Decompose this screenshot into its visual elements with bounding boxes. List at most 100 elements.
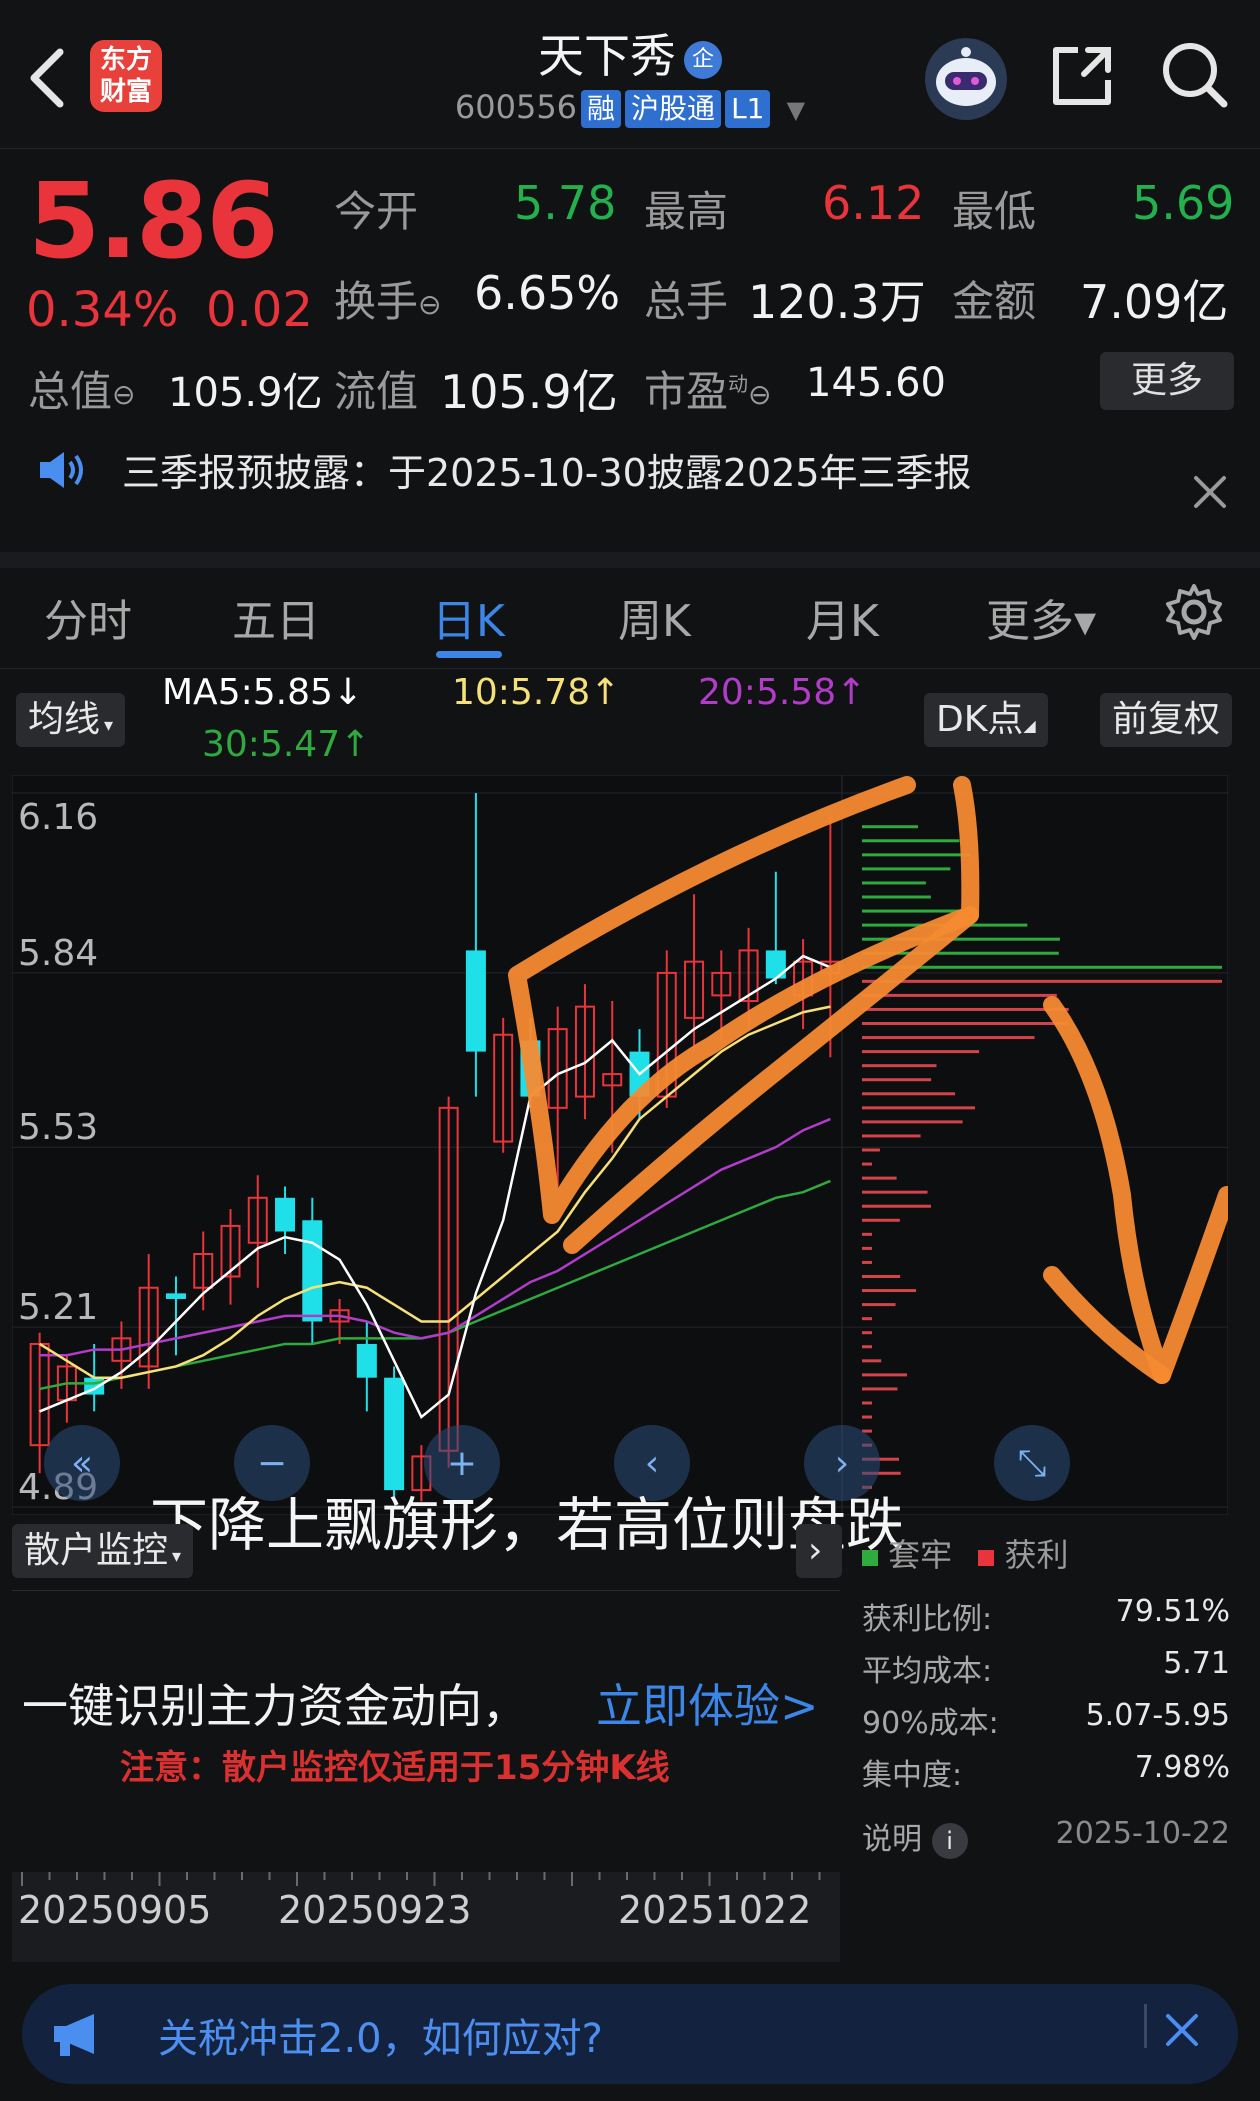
- candle-body: [275, 1197, 296, 1232]
- banner-text[interactable]: 关税冲击2.0，如何应对?: [158, 2006, 603, 2064]
- notice-text[interactable]: 三季报预披露：于2025-10-30披露2025年三季报: [122, 442, 972, 497]
- panel-next-button[interactable]: ›: [796, 1524, 842, 1578]
- market-cap-label[interactable]: 总值⊖: [28, 358, 135, 419]
- chip-bar: [862, 867, 951, 871]
- divider: [0, 552, 1260, 568]
- nav-button-glyph: «: [71, 1443, 93, 1484]
- chip-bar: [862, 1022, 1069, 1026]
- explain-link[interactable]: 说明 i: [862, 1814, 968, 1859]
- open-label: 今开: [334, 187, 419, 236]
- info-icon: ⊖: [112, 378, 136, 411]
- avg-cost-label: 平均成本:: [862, 1654, 993, 1689]
- tab-intraday[interactable]: 分时: [44, 585, 132, 649]
- price-change: 0.02: [206, 282, 313, 338]
- search-icon[interactable]: [1160, 40, 1230, 110]
- chip-bar: [862, 1359, 882, 1363]
- volume-value: 120.3万: [748, 275, 926, 329]
- corner-caret-icon: ◢: [1023, 716, 1036, 735]
- chip-legend: 套牢 获利: [862, 1530, 1069, 1576]
- close-icon[interactable]: [1162, 2010, 1202, 2050]
- info-icon: ⊖: [748, 378, 772, 411]
- chip-bar: [862, 979, 1222, 983]
- volume-label: 总手: [644, 277, 729, 326]
- active-tab-indicator: [436, 651, 502, 658]
- y-tick-label: 6.16: [18, 797, 98, 838]
- dk-point-button[interactable]: DK点◢: [924, 693, 1048, 747]
- dropdown-caret-icon: ▾: [104, 715, 114, 736]
- company-badge: 企: [684, 40, 722, 79]
- candle-body: [465, 950, 486, 1052]
- stock-code: 600556: [454, 88, 578, 126]
- tab-daily-k[interactable]: 日K: [432, 585, 505, 649]
- divider: [1144, 2004, 1147, 2048]
- try-now-link[interactable]: 立即体验>: [596, 1670, 819, 1736]
- turnover-label-text: 换手: [334, 277, 419, 326]
- robot-assistant-icon[interactable]: [925, 38, 1007, 120]
- x-date-mid: 20250923: [278, 1888, 472, 1932]
- chip-bar: [862, 1162, 872, 1166]
- tag-connect: 沪股通: [625, 90, 722, 128]
- pe-label[interactable]: 市盈动⊖: [644, 358, 771, 419]
- y-tick-label: 5.84: [18, 933, 98, 974]
- close-icon[interactable]: [1188, 470, 1232, 514]
- chip-bar: [862, 1415, 872, 1419]
- kline-chart[interactable]: 6.165.845.535.214.89 «−+‹›⤡: [12, 775, 1228, 1515]
- chip-bar: [862, 1050, 980, 1054]
- chip-bar: [862, 1036, 1035, 1040]
- tab-five-day[interactable]: 五日: [232, 585, 320, 649]
- chip-bar: [862, 1148, 880, 1152]
- tab-monthly-k[interactable]: 月K: [806, 585, 879, 649]
- chip-bar: [862, 1120, 963, 1124]
- chip-bar: [862, 1246, 872, 1250]
- settings-gear-icon[interactable]: [1164, 582, 1224, 642]
- profit-legend-swatch: [978, 1550, 995, 1566]
- cost-90-value: 5.07-5.95: [1085, 1698, 1230, 1733]
- concentration-value: 7.98%: [1134, 1750, 1230, 1785]
- chip-bar: [862, 1134, 921, 1138]
- chart-nav-button[interactable]: ⤡: [994, 1425, 1070, 1501]
- tab-more[interactable]: 更多▾: [986, 585, 1096, 649]
- amount-value: 7.09亿: [1080, 275, 1229, 329]
- chip-bar: [862, 1289, 917, 1293]
- trapped-legend-label: 套牢: [888, 1536, 953, 1574]
- chip-bar: [862, 1106, 975, 1110]
- candle-body: [302, 1220, 323, 1322]
- chip-bar: [862, 1401, 872, 1405]
- turnover-label[interactable]: 换手⊖: [334, 268, 441, 329]
- chart-grid: [12, 775, 1228, 1515]
- cost-90-label: 90%成本:: [862, 1706, 999, 1741]
- cta-note: 注意：散户监控仅适用于15分钟K线: [120, 1748, 670, 1788]
- share-icon[interactable]: [1048, 42, 1116, 110]
- adjust-price-button[interactable]: 前复权: [1100, 693, 1233, 747]
- chip-bar: [862, 839, 960, 843]
- chart-nav-button[interactable]: «: [44, 1425, 120, 1501]
- avg-cost-value: 5.71: [1163, 1646, 1230, 1681]
- ma20-label: 20:5.58↑: [698, 672, 867, 713]
- more-quote-button[interactable]: 更多: [1100, 352, 1234, 410]
- high-label: 最高: [644, 187, 729, 236]
- chip-bar: [862, 1387, 898, 1391]
- chip-bar: [862, 1303, 896, 1307]
- market-cap-label-text: 总值: [28, 367, 113, 416]
- chip-bar: [862, 1218, 900, 1222]
- chip-bar: [862, 881, 926, 885]
- concentration-label: 集中度:: [862, 1758, 963, 1793]
- float-cap-value: 105.9亿: [440, 365, 618, 419]
- ma10-label: 10:5.78↑: [452, 672, 621, 713]
- retail-monitor-select[interactable]: 散户监控 ▾: [12, 1524, 194, 1578]
- turnover-value: 6.65%: [474, 266, 621, 320]
- low-value: 5.69: [1132, 176, 1235, 230]
- chip-bar: [862, 853, 971, 857]
- chip-bar: [862, 1373, 908, 1377]
- chip-bar: [862, 1331, 872, 1335]
- candle-body: [165, 1293, 186, 1299]
- trapped-legend-swatch: [862, 1550, 878, 1566]
- megaphone-icon: [54, 2014, 94, 2056]
- cta-text: 一键识别主力资金动向，: [22, 1679, 528, 1733]
- tab-weekly-k[interactable]: 周K: [618, 585, 691, 649]
- ma-select[interactable]: 均线 ▾: [16, 693, 126, 747]
- chip-bar: [862, 1204, 932, 1208]
- tag-margin: 融: [581, 90, 622, 128]
- chip-bar: [862, 993, 1057, 997]
- pe-label-sup: 动: [728, 372, 749, 396]
